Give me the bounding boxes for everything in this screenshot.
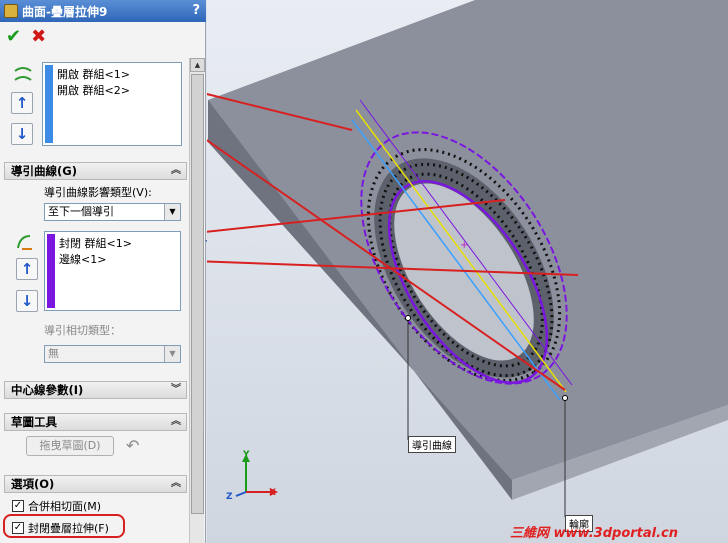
ok-cancel-bar: ✔ ✖ (0, 22, 206, 50)
watermark-text: 三維网 www.3dportal.cn (510, 526, 679, 541)
scroll-up-icon[interactable]: ▲ (190, 58, 205, 72)
influence-select[interactable]: 至下一個導引 ▼ (44, 203, 181, 221)
chevron-down-icon: ▼ (164, 346, 180, 362)
model-drawing: + (207, 0, 728, 517)
move-up-button[interactable]: ↑ (11, 92, 33, 114)
checkbox-label: 合併相切面(M) (28, 500, 102, 513)
graphics-viewport[interactable]: + 導引曲線 輪廓 Y X Z (207, 0, 728, 543)
chevron-down-icon: ▼ (164, 204, 180, 220)
view-triad (235, 454, 278, 497)
options-header[interactable]: 選項(O) ︽ (4, 475, 187, 493)
profiles-stripe (45, 65, 53, 143)
scroll-thumb[interactable] (191, 74, 204, 514)
guide-curve-icon (17, 235, 32, 250)
undo-icon[interactable]: ↶ (126, 436, 139, 455)
list-item[interactable]: 封閉 群組<1> (59, 235, 132, 251)
profile-icon (14, 67, 32, 81)
x-icon[interactable]: ✖ (31, 26, 46, 47)
guides-stripe (47, 234, 55, 308)
select-value: 無 (48, 347, 59, 360)
merge-tangent-checkbox[interactable]: ✓ 合併相切面(M) (12, 498, 101, 514)
group-label: 選項(O) (11, 477, 55, 491)
center-mark: + (460, 240, 468, 251)
group-label: 草圖工具 (11, 415, 57, 429)
influence-label: 導引曲線影響類型(V): (44, 186, 152, 199)
loft-surface-icon (4, 4, 18, 18)
panel-scrollbar[interactable]: ▲ (189, 58, 205, 543)
list-item[interactable]: 開啟 群組<1> (57, 66, 130, 82)
chevron-up-icon: ︽ (171, 478, 181, 489)
move-up-button[interactable]: ↑ (16, 258, 38, 280)
tangency-label: 導引相切類型： (44, 324, 121, 337)
panel-title: 曲面-疊層拉伸9 (22, 4, 108, 19)
move-down-button[interactable]: ↓ (11, 123, 33, 145)
guide-curves-header[interactable]: 導引曲線(G) ︽ (4, 162, 187, 180)
highlight-ellipse (3, 514, 125, 538)
triad-z-label: Z (226, 492, 233, 502)
tangency-select[interactable]: 無 ▼ (44, 345, 181, 363)
guide-curve-callout[interactable]: 導引曲線 (408, 436, 456, 453)
list-item[interactable]: 開啟 群組<2> (57, 82, 130, 98)
select-value: 至下一個導引 (48, 205, 114, 218)
list-item[interactable]: 邊線<1> (59, 251, 106, 267)
centerline-header[interactable]: 中心線參數(I) ︾ (4, 381, 187, 399)
triad-y-label: Y (243, 450, 250, 460)
chevron-down-icon: ︾ (171, 384, 181, 395)
sketch-tools-header[interactable]: 草圖工具 ︽ (4, 413, 187, 431)
group-label: 中心線參數(I) (11, 383, 84, 397)
profiles-list[interactable]: 開啟 群組<1> 開啟 群組<2> (42, 62, 182, 146)
title-bar: 曲面-疊層拉伸9 ? (0, 0, 206, 22)
triad-x-label: X (269, 488, 276, 498)
help-button[interactable]: ? (192, 3, 200, 18)
chevron-up-icon: ︽ (171, 416, 181, 427)
move-down-button[interactable]: ↓ (16, 290, 38, 312)
drag-sketch-button[interactable]: 拖曳草圖(D) (26, 436, 114, 456)
guides-list[interactable]: 封閉 群組<1> 邊線<1> (44, 231, 181, 311)
group-label: 導引曲線(G) (11, 164, 77, 178)
property-manager: 曲面-疊層拉伸9 ? ✔ ✖ ↑ ↓ 開啟 群組<1> 開啟 群組<2> 導引曲… (0, 0, 206, 543)
checkmark-icon[interactable]: ✔ (6, 26, 21, 47)
chevron-up-icon: ︽ (171, 165, 181, 176)
checkbox-checked-icon: ✓ (12, 500, 24, 512)
